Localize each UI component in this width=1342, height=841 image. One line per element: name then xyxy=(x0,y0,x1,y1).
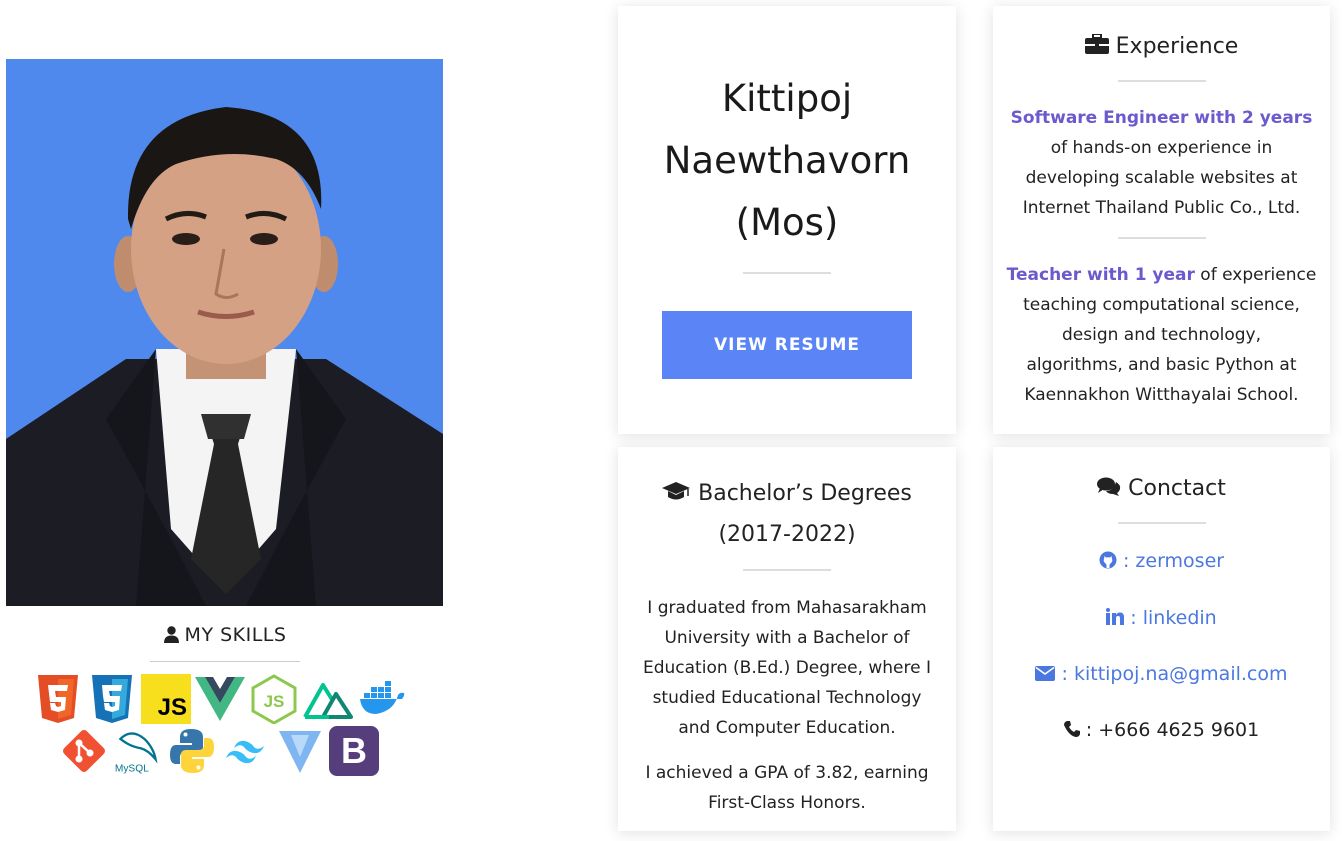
view-resume-button[interactable]: VIEW RESUME xyxy=(662,311,912,379)
css3-icon xyxy=(87,674,137,724)
vue-icon xyxy=(195,674,245,724)
experience-line: teaching computational science, xyxy=(1023,295,1300,315)
experience-line: Internet Thailand Public Co., Ltd. xyxy=(1022,198,1301,218)
bootstrap-icon: B xyxy=(329,726,379,776)
html5-icon xyxy=(33,674,83,724)
education-line: Education (B.Ed.) Degree, where I xyxy=(642,658,932,678)
skills-divider xyxy=(150,661,300,662)
education-paragraph-1: I graduated from Mahasarakham University… xyxy=(618,593,956,743)
skills-heading: MY SKILLS xyxy=(150,624,300,648)
contact-card: Conctact : zermoser : linkedin : kittipo… xyxy=(993,447,1330,831)
nodejs-icon: JS xyxy=(249,674,299,724)
mysql-icon-text: MySQL xyxy=(115,763,149,774)
phone-entry: : +666 4625 9601 xyxy=(993,719,1330,742)
education-title: Bachelor’s Degrees xyxy=(698,481,912,506)
profile-photo xyxy=(6,59,443,606)
education-heading: Bachelor’s Degrees (2017-2022) xyxy=(618,474,956,555)
envelope-icon xyxy=(1035,664,1056,686)
bootstrap-icon-text: B xyxy=(341,730,367,771)
vite-icon xyxy=(275,726,325,776)
github-text: : zermoser xyxy=(1116,550,1225,572)
name-line-3: (Mos) xyxy=(735,201,839,244)
python-icon xyxy=(167,726,217,776)
education-paragraph-2: I achieved a GPA of 3.82, earning First-… xyxy=(618,758,956,818)
education-line: studied Educational Technology xyxy=(652,688,922,708)
name-divider xyxy=(743,272,831,274)
javascript-icon-text: JS xyxy=(157,694,187,721)
experience-card: Experience Software Engineer with 2 year… xyxy=(993,6,1330,434)
linkedin-link[interactable]: : linkedin xyxy=(993,607,1330,630)
education-card: Bachelor’s Degrees (2017-2022) I graduat… xyxy=(618,447,956,831)
education-line: First-Class Honors. xyxy=(708,793,866,813)
education-line: I achieved a GPA of 3.82, earning xyxy=(645,763,929,783)
linkedin-text: : linkedin xyxy=(1124,607,1217,629)
education-line: I graduated from Mahasarakham xyxy=(647,598,927,618)
experience-line: of hands-on experience in xyxy=(1050,138,1273,158)
comments-icon xyxy=(1097,477,1121,502)
contact-divider xyxy=(1117,522,1206,524)
tailwind-icon xyxy=(221,726,271,776)
github-icon xyxy=(1099,551,1117,574)
git-icon xyxy=(59,726,109,776)
contact-title: Conctact xyxy=(1128,476,1226,501)
education-years: (2017-2022) xyxy=(718,522,856,547)
javascript-icon: JS xyxy=(141,674,191,724)
education-line: University with a Bachelor of xyxy=(664,628,910,648)
phone-icon xyxy=(1063,720,1080,742)
nodejs-icon-text: JS xyxy=(264,692,285,711)
contact-heading: Conctact xyxy=(993,476,1330,502)
name-line-1: Kittipoj xyxy=(721,77,853,120)
graduation-cap-icon xyxy=(662,475,691,515)
experience-teacher-rest: of experience xyxy=(1194,265,1317,285)
name-card: Kittipoj Naewthavorn (Mos) VIEW RESUME xyxy=(618,6,956,434)
user-icon xyxy=(163,626,179,648)
experience-line: algorithms, and basic Python at xyxy=(1026,355,1297,375)
experience-divider-1 xyxy=(1117,80,1206,82)
linkedin-icon xyxy=(1106,608,1125,630)
experience-divider-2 xyxy=(1117,237,1206,239)
docker-icon xyxy=(357,674,407,724)
education-line: and Computer Education. xyxy=(678,718,896,738)
github-link[interactable]: : zermoser xyxy=(993,550,1330,574)
skills-row-1: JS JS xyxy=(33,674,407,724)
nuxt-icon xyxy=(303,674,353,724)
education-divider xyxy=(743,569,831,571)
email-text: : kittipoj.na@gmail.com xyxy=(1055,663,1288,685)
phone-text: : +666 4625 9601 xyxy=(1079,719,1260,741)
experience-title: Experience xyxy=(1115,34,1239,59)
email-link[interactable]: : kittipoj.na@gmail.com xyxy=(993,663,1330,686)
experience-heading: Experience xyxy=(993,33,1330,60)
experience-software-highlight: Software Engineer with 2 years xyxy=(1010,108,1313,128)
name-line-2: Naewthavorn xyxy=(663,139,911,182)
skills-title-text: MY SKILLS xyxy=(184,624,287,646)
full-name: Kittipoj Naewthavorn (Mos) xyxy=(618,68,956,254)
experience-teacher-paragraph: Teacher with 1 year of experience teachi… xyxy=(993,260,1330,410)
experience-line: developing scalable websites at xyxy=(1025,168,1298,188)
experience-teacher-highlight: Teacher with 1 year xyxy=(1006,265,1195,285)
experience-line: Kaennakhon Witthayalai School. xyxy=(1024,385,1299,405)
briefcase-icon xyxy=(1084,33,1109,60)
experience-line: design and technology, xyxy=(1062,325,1261,345)
skills-row-2: MySQL B xyxy=(59,726,379,776)
mysql-icon: MySQL xyxy=(113,726,163,776)
experience-software-paragraph: Software Engineer with 2 years of hands-… xyxy=(993,103,1330,223)
